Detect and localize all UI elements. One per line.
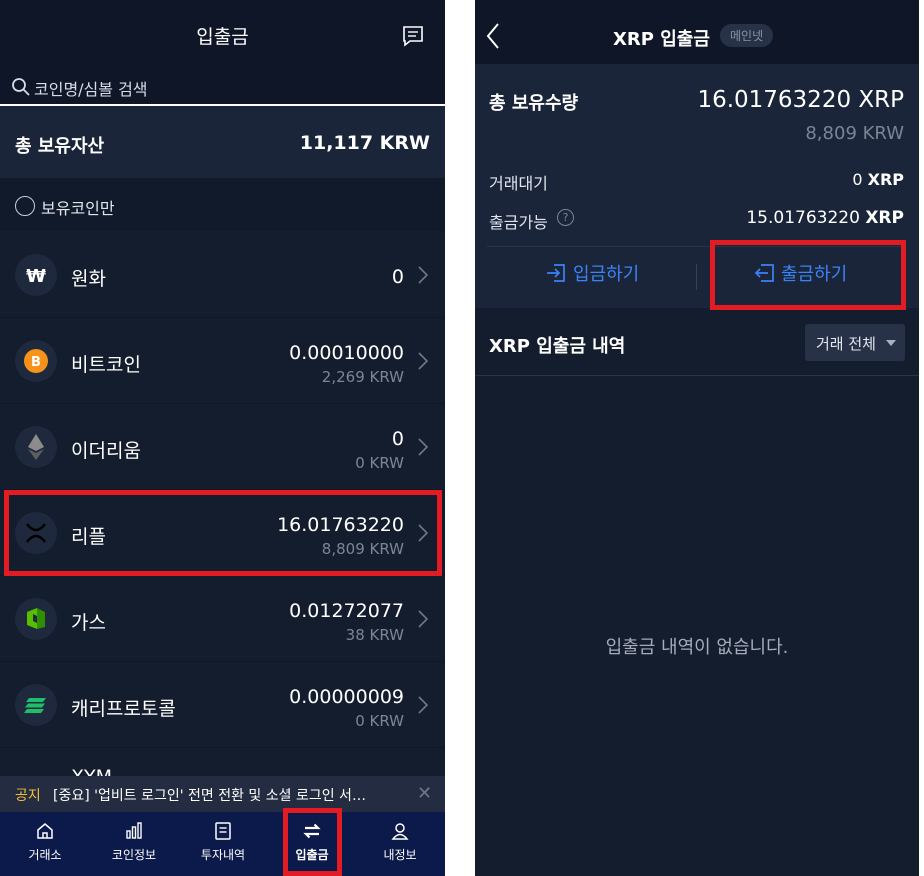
network-badge: 메인넷 xyxy=(720,24,774,47)
header: 입출금 xyxy=(0,0,445,68)
total-holdings-label: 총 보유수량 xyxy=(489,93,579,114)
ethereum-icon xyxy=(15,426,57,468)
chevron-right-icon xyxy=(418,352,429,370)
chevron-right-icon xyxy=(418,696,429,714)
coin-amount: 0 xyxy=(391,428,404,450)
home-icon xyxy=(37,823,53,839)
deposit-label: 입금하기 xyxy=(573,264,640,285)
search-input[interactable]: 코인명/심볼 검색 xyxy=(34,76,148,100)
coin-row-btc[interactable]: B 비트코인 0.00010000 2,269 KRW xyxy=(0,318,445,404)
nav-item-investments[interactable]: 투자내역 xyxy=(183,812,263,876)
close-icon[interactable]: ✕ xyxy=(417,783,432,804)
search-icon xyxy=(12,78,30,96)
history-header: XRP 입출금 내역 거래 전체 xyxy=(475,308,919,376)
divider-vertical xyxy=(696,264,697,290)
svg-text:₩: ₩ xyxy=(26,266,46,287)
holding-only-radio[interactable] xyxy=(15,196,35,216)
won-icon: ₩ xyxy=(15,254,57,296)
total-assets-value: 11,117 KRW xyxy=(299,132,430,154)
pending-value: 0 XRP xyxy=(852,170,904,189)
page-title: XRP 입출금 xyxy=(613,29,710,50)
history-title: XRP 입출금 내역 xyxy=(489,336,626,357)
total-assets-label: 총 보유자산 xyxy=(15,136,105,157)
coin-row-krw[interactable]: ₩ 원화 0 xyxy=(0,232,445,318)
available-value: 15.01763220 XRP xyxy=(746,208,904,228)
coin-name: 캐리프로토콜 xyxy=(71,698,176,720)
nav-label: 코인정보 xyxy=(111,848,157,862)
pending-label: 거래대기 xyxy=(489,174,548,193)
bottom-nav: 거래소 코인정보 투자내역 입출금 내정보 xyxy=(0,812,445,876)
history-filter-select[interactable]: 거래 전체 xyxy=(805,324,905,361)
highlight-box-nav-deposit xyxy=(283,808,342,876)
total-assets: 총 보유자산 11,117 KRW xyxy=(0,106,445,178)
empty-history-message: 입출금 내역이 없습니다. xyxy=(605,637,789,658)
gas-icon xyxy=(15,598,57,640)
holding-only-label[interactable]: 보유코인만 xyxy=(41,195,115,219)
history-filter-value: 거래 전체 xyxy=(816,335,876,353)
nav-item-exchange[interactable]: 거래소 xyxy=(5,812,85,876)
deposit-button[interactable]: 입금하기 xyxy=(545,260,639,294)
highlight-box-withdraw xyxy=(710,240,906,310)
highlight-box-xrp-row xyxy=(4,490,442,576)
back-arrow-icon[interactable] xyxy=(485,22,501,50)
chart-bars-icon xyxy=(126,822,142,839)
nav-label: 투자내역 xyxy=(200,848,246,862)
coin-row-gas[interactable]: 가스 0.01272077 38 KRW xyxy=(0,576,445,662)
chat-icon[interactable] xyxy=(402,25,424,47)
total-holdings-value: 16.01763220 XRP xyxy=(697,87,904,113)
pending-amount: 0 xyxy=(852,170,863,189)
search-bar[interactable]: 코인명/심볼 검색 xyxy=(0,68,445,106)
coin-krw-value: 38 KRW xyxy=(345,626,404,644)
svg-text:B: B xyxy=(31,355,41,370)
total-holdings-krw: 8,809 KRW xyxy=(805,123,904,144)
document-icon xyxy=(215,822,231,840)
coin-name: 비트코인 xyxy=(71,354,141,376)
coin-name: 가스 xyxy=(71,612,106,634)
coin-amount: 0.00010000 xyxy=(289,342,404,364)
chevron-right-icon xyxy=(418,266,429,284)
coin-krw-value: 2,269 KRW xyxy=(321,368,404,386)
nav-item-coin-info[interactable]: 코인정보 xyxy=(94,812,174,876)
coin-amount: 0.00000009 xyxy=(289,686,404,708)
chevron-right-icon xyxy=(418,438,429,456)
chevron-right-icon xyxy=(418,610,429,628)
notice-tag: 공지 xyxy=(15,788,41,804)
coin-row-carry[interactable]: 캐리프로토콜 0.00000009 0 KRW xyxy=(0,662,445,748)
header: XRP 입출금 메인넷 xyxy=(475,0,919,64)
available-unit: XRP xyxy=(865,208,904,228)
bitcoin-icon: B xyxy=(15,340,57,382)
caret-down-icon xyxy=(886,340,896,346)
person-icon xyxy=(391,823,409,840)
xrp-deposit-screen: XRP 입출금 메인넷 총 보유수량 16.01763220 XRP 8,809… xyxy=(475,0,919,876)
nav-label: 거래소 xyxy=(28,848,62,862)
available-label: 출금가능 xyxy=(489,213,548,232)
coin-krw-value: 0 KRW xyxy=(355,454,404,472)
deposit-icon xyxy=(547,264,565,282)
coin-amount: 0.01272077 xyxy=(289,600,404,622)
carry-icon xyxy=(15,684,57,726)
page-title: 입출금 xyxy=(196,26,249,48)
nav-label: 내정보 xyxy=(383,848,417,862)
coin-name: 원화 xyxy=(71,268,106,290)
notice-banner[interactable]: 공지 [중요] '업비트 로그인' 전면 전환 및 소셜 로그인 서… ✕ xyxy=(0,776,445,812)
coin-name: 이더리움 xyxy=(71,440,141,462)
deposit-list-screen: 입출금 코인명/심볼 검색 총 보유자산 11,117 KRW 보유코인만 ₩ … xyxy=(0,0,445,876)
help-icon[interactable]: ? xyxy=(557,209,574,226)
available-amount: 15.01763220 xyxy=(746,208,860,228)
nav-item-my-info[interactable]: 내정보 xyxy=(360,812,440,876)
pending-unit: XRP xyxy=(867,170,904,189)
coin-krw-value: 0 KRW xyxy=(355,712,404,730)
notice-text[interactable]: [중요] '업비트 로그인' 전면 전환 및 소셜 로그인 서… xyxy=(53,785,398,805)
coin-amount: 0 xyxy=(391,266,404,288)
coin-row-eth[interactable]: 이더리움 0 0 KRW xyxy=(0,404,445,490)
